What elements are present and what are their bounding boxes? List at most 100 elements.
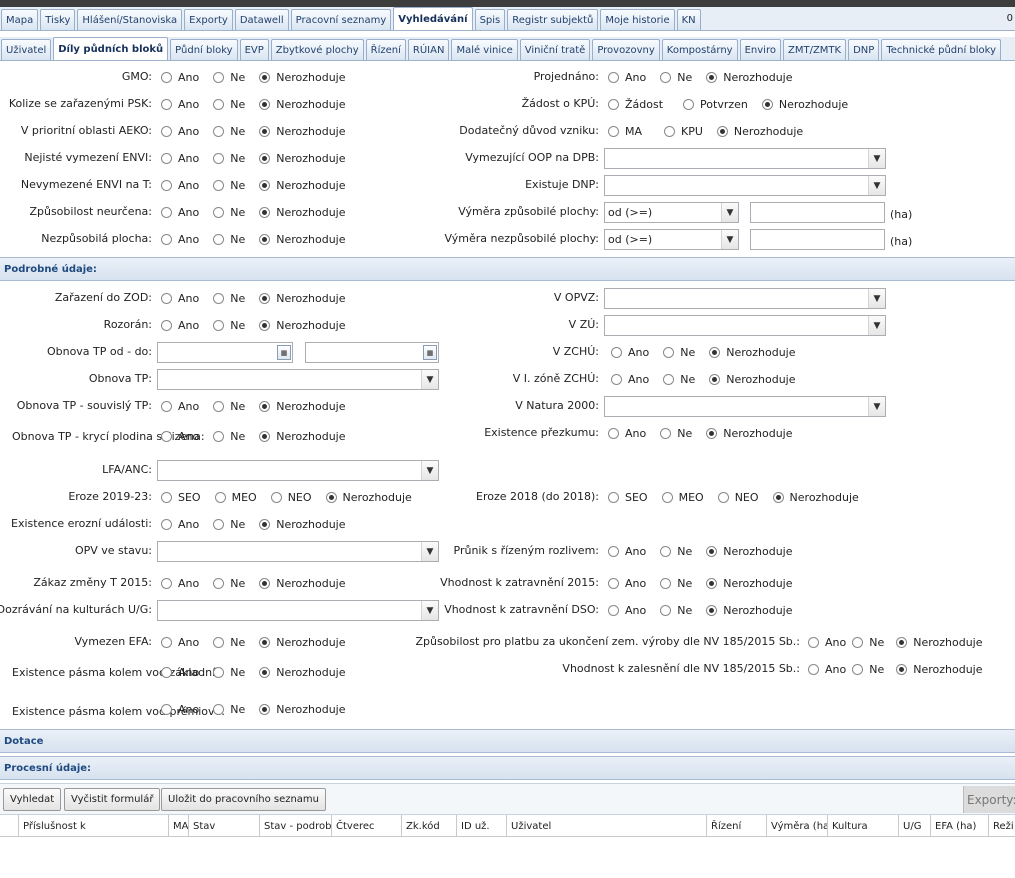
radio-circle-icon[interactable] — [161, 400, 172, 412]
efa-option-ne[interactable]: Ne — [213, 636, 245, 649]
column-header-5[interactable]: Zk.kód — [401, 815, 456, 837]
chevron-down-icon[interactable]: ▼ — [721, 203, 738, 222]
radio-circle-icon[interactable] — [161, 98, 172, 110]
nejiste-option-ano[interactable]: Ano — [161, 152, 199, 165]
radio-circle-icon[interactable] — [608, 577, 619, 589]
section-procesni-udaje[interactable]: Procesní údaje: — [0, 756, 1015, 780]
radio-circle-icon[interactable] — [706, 577, 718, 589]
prezkum-option-ano[interactable]: Ano — [608, 427, 646, 440]
zadost-kpu-option-potvrzen[interactable]: Potvrzen — [683, 98, 748, 111]
kolize-option-ano[interactable]: Ano — [161, 98, 199, 111]
sub-tab-5[interactable]: Řízení — [365, 39, 406, 60]
dodatecny-option-kpu[interactable]: KPU — [664, 125, 703, 138]
sub-tab-14[interactable]: Technické půdní bloky — [881, 39, 1002, 60]
v-opvz-select[interactable]: ▼ — [604, 288, 886, 309]
zalesneni-option-ne[interactable]: Ne — [852, 663, 884, 676]
main-tab-0[interactable]: Mapa — [1, 9, 39, 30]
projednano-option-nerozhoduje[interactable]: Nerozhoduje — [706, 71, 793, 84]
projednano-option-ano[interactable]: Ano — [608, 71, 646, 84]
main-tab-10[interactable]: KN — [676, 9, 701, 30]
v-zona-option-nerozhoduje[interactable]: Nerozhoduje — [709, 373, 796, 386]
radio-circle-icon[interactable] — [259, 430, 271, 442]
main-tab-8[interactable]: Registr subjektů — [507, 9, 599, 30]
vhodnost-dso-option-ne[interactable]: Ne — [660, 604, 692, 617]
radio-circle-icon[interactable] — [214, 491, 226, 503]
column-header-13[interactable]: Reži — [988, 815, 1015, 837]
main-tab-9[interactable]: Moje historie — [600, 9, 675, 30]
radio-circle-icon[interactable] — [259, 319, 271, 331]
main-tab-7[interactable]: Spis — [474, 9, 506, 30]
column-header-2[interactable]: Stav — [188, 815, 259, 837]
radio-circle-icon[interactable] — [663, 373, 675, 385]
sub-tab-10[interactable]: Kompostárny — [661, 39, 738, 60]
radio-circle-icon[interactable] — [161, 152, 172, 164]
radio-circle-icon[interactable] — [706, 71, 718, 83]
main-tab-4[interactable]: Datawell — [234, 9, 289, 30]
radio-circle-icon[interactable] — [259, 152, 271, 164]
radio-circle-icon[interactable] — [213, 430, 225, 442]
radio-circle-icon[interactable] — [259, 179, 271, 191]
sub-tab-11[interactable]: Enviro — [739, 39, 781, 60]
radio-circle-icon[interactable] — [259, 125, 271, 137]
chevron-down-icon[interactable]: ▼ — [868, 176, 885, 195]
clear-form-button[interactable]: Vyčistit formulář — [64, 788, 161, 811]
vymezujici-select[interactable]: ▼ — [604, 148, 886, 169]
radio-circle-icon[interactable] — [161, 319, 172, 331]
v-zona-option-ne[interactable]: Ne — [663, 373, 695, 386]
pasmo-premiove-option-ano[interactable]: Ano — [161, 703, 199, 716]
obnova-kryci-option-ne[interactable]: Ne — [213, 430, 245, 443]
section-podrobne-udaje[interactable]: Podrobné údaje: — [0, 257, 1015, 281]
column-header-8[interactable]: Řízení — [706, 815, 766, 837]
vhodnost-dso-option-ano[interactable]: Ano — [608, 604, 646, 617]
prezkum-option-nerozhoduje[interactable]: Nerozhoduje — [706, 427, 793, 440]
v-zchu-option-nerozhoduje[interactable]: Nerozhoduje — [709, 346, 796, 359]
column-header-10[interactable]: Kultura — [827, 815, 898, 837]
radio-circle-icon[interactable] — [709, 346, 721, 358]
column-header-6[interactable]: ID už. — [456, 815, 506, 837]
v-zchu-option-ne[interactable]: Ne — [663, 346, 695, 359]
radio-circle-icon[interactable] — [161, 292, 172, 304]
chevron-down-icon[interactable]: ▼ — [421, 461, 438, 480]
calendar-icon[interactable]: ▦ — [277, 345, 291, 360]
vhodnost-2015-option-ne[interactable]: Ne — [660, 577, 692, 590]
zpusobilost-platba-option-nerozhoduje[interactable]: Nerozhoduje — [896, 636, 983, 649]
nejiste-option-ne[interactable]: Ne — [213, 152, 245, 165]
radio-circle-icon[interactable] — [213, 179, 225, 191]
pasmo-premiove-option-nerozhoduje[interactable]: Nerozhoduje — [259, 703, 346, 716]
sub-tab-9[interactable]: Provozovny — [592, 39, 660, 60]
radio-circle-icon[interactable] — [161, 636, 172, 648]
prioritni-option-ne[interactable]: Ne — [213, 125, 245, 138]
pasmo-zakladni-option-ano[interactable]: Ano — [161, 666, 199, 679]
radio-circle-icon[interactable] — [213, 577, 225, 589]
save-to-list-button[interactable]: Uložit do pracovního seznamu — [161, 788, 327, 811]
exports-label[interactable]: Exporty: — [963, 786, 1015, 813]
radio-circle-icon[interactable] — [761, 98, 773, 110]
radio-circle-icon[interactable] — [896, 663, 908, 675]
zadost-kpu-option-nerozhoduje[interactable]: Nerozhoduje — [761, 98, 848, 111]
zakaz-option-ano[interactable]: Ano — [161, 577, 199, 590]
main-tab-3[interactable]: Exporty — [184, 9, 233, 30]
vhodnost-2015-option-ano[interactable]: Ano — [608, 577, 646, 590]
radio-circle-icon[interactable] — [213, 666, 225, 678]
radio-circle-icon[interactable] — [896, 636, 908, 648]
radio-circle-icon[interactable] — [213, 206, 225, 218]
chevron-down-icon[interactable]: ▼ — [868, 149, 885, 168]
main-tab-1[interactable]: Tisky — [40, 9, 76, 30]
zalesneni-option-ano[interactable]: Ano — [808, 663, 846, 676]
radio-circle-icon[interactable] — [161, 577, 172, 589]
radio-circle-icon[interactable] — [608, 604, 619, 616]
sub-tab-12[interactable]: ZMT/ZMTK — [782, 39, 847, 60]
radio-circle-icon[interactable] — [663, 346, 675, 358]
sub-tab-2[interactable]: Půdní bloky — [170, 39, 238, 60]
radio-circle-icon[interactable] — [717, 491, 729, 503]
radio-circle-icon[interactable] — [161, 703, 172, 715]
column-header-12[interactable]: EFA (ha) — [930, 815, 988, 837]
radio-circle-icon[interactable] — [608, 491, 619, 503]
sub-tab-8[interactable]: Viniční tratě — [519, 39, 591, 60]
radio-circle-icon[interactable] — [660, 427, 672, 439]
gmo-option-ano[interactable]: Ano — [161, 71, 199, 84]
sub-tab-1[interactable]: Díly půdních bloků — [53, 37, 169, 60]
column-header-3[interactable]: Stav - podrobn — [259, 815, 331, 837]
eroze-2018-option-nerozhoduje[interactable]: Nerozhoduje — [772, 491, 859, 504]
kolize-option-ne[interactable]: Ne — [213, 98, 245, 111]
